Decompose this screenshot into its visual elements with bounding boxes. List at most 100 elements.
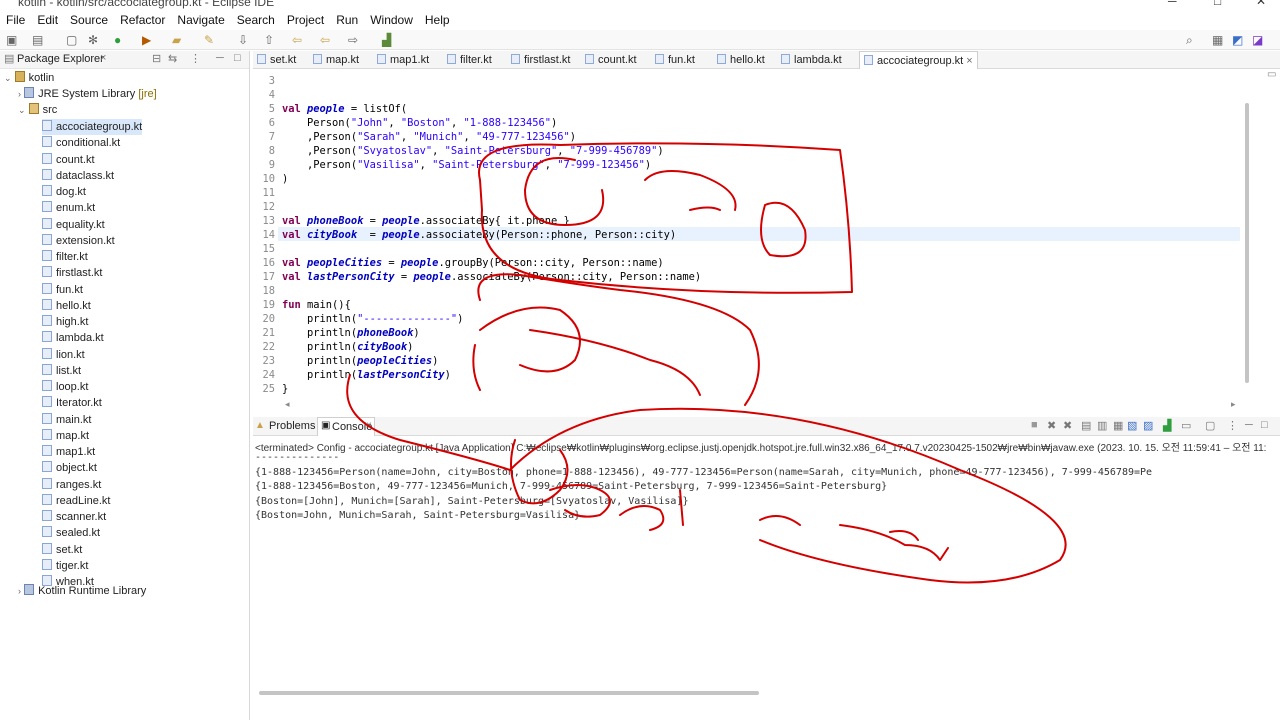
file-fun-kt[interactable]: fun.kt [42,282,83,298]
close-view-icon[interactable]: × [100,52,106,64]
copy-icon[interactable]: ▤ [1081,419,1091,432]
file-set-kt[interactable]: set.kt [42,542,82,558]
file-accociategroup-kt[interactable]: accociategroup.kt [42,119,143,135]
file-loop-kt[interactable]: loop.kt [42,379,88,395]
tab-fun-kt[interactable]: fun.kt [655,51,695,69]
menu-window[interactable]: Window [370,13,413,27]
tab-problems[interactable]: Problems [269,420,315,432]
menu-file[interactable]: File [6,13,25,27]
menu-navigate[interactable]: Navigate [177,13,224,27]
file-main-kt[interactable]: main.kt [42,412,91,428]
close-tab-icon[interactable]: × [366,420,372,431]
menu-project[interactable]: Project [287,13,324,27]
tab-hello-kt[interactable]: hello.kt [717,51,765,69]
link-editor-icon[interactable]: ⇆ [168,52,177,65]
package-explorer-title[interactable]: Package Explorer [17,53,104,65]
console-horizontal-scrollbar[interactable] [259,691,759,695]
collapse-arrow-icon[interactable]: ⌄ [18,105,26,115]
previous-annotation-icon[interactable]: ⇧ [264,33,274,47]
open-perspective-icon[interactable]: ▦ [1212,33,1223,47]
maximize-view-icon[interactable]: □ [234,52,241,64]
file-Iterator-kt[interactable]: Iterator.kt [42,395,102,411]
minimize-view-icon[interactable]: ─ [216,52,224,64]
view-menu-icon[interactable]: ⋮ [190,52,201,65]
kotlin-perspective-icon[interactable]: ◪ [1252,33,1263,47]
expand-arrow-icon[interactable]: › [18,586,21,596]
external-tools-icon[interactable]: ▶ [142,33,151,47]
tree-kotlin-runtime[interactable]: › Kotlin Runtime Library [18,583,146,599]
file-map-kt[interactable]: map.kt [42,428,89,444]
menu-refactor[interactable]: Refactor [120,13,165,27]
word-wrap-icon[interactable]: ▦ [1113,419,1123,432]
editor-vertical-scrollbar[interactable] [1245,103,1249,383]
terminal-icon[interactable]: ▢ [66,33,77,47]
file-dog-kt[interactable]: dog.kt [42,184,86,200]
collapse-all-icon[interactable]: ⊟ [152,52,161,65]
tab-accociategroup-kt[interactable]: accociategroup.kt × [859,51,978,69]
file-hello-kt[interactable]: hello.kt [42,298,91,314]
show-on-output-icon[interactable]: ▧ [1127,419,1137,432]
tree-src-folder[interactable]: ⌄ src [18,102,57,118]
debug-icon[interactable]: ✻ [88,33,98,47]
file-high-kt[interactable]: high.kt [42,314,88,330]
minimize-view-icon[interactable]: ─ [1245,419,1253,431]
remove-all-icon[interactable]: ✖ [1063,419,1072,432]
close-icon[interactable]: ✕ [1256,0,1266,8]
last-edit-icon[interactable]: ⇦ [292,33,302,47]
forward-icon[interactable]: ⇨ [348,33,358,47]
next-annotation-icon[interactable]: ⇩ [238,33,248,47]
terminate-icon[interactable]: ■ [1031,419,1038,431]
tab-console[interactable]: ▣ Console × [317,417,375,436]
tab-count-kt[interactable]: count.kt [585,51,637,69]
new-icon[interactable]: ▣ [6,33,17,47]
tab-set-kt[interactable]: set.kt [257,51,296,69]
file-enum-kt[interactable]: enum.kt [42,200,95,216]
file-object-kt[interactable]: object.kt [42,460,97,476]
console-output[interactable]: -------------- {1-888-123456=Person(name… [255,452,1152,525]
new-console-icon[interactable]: ▢ [1205,419,1215,432]
minimize-icon[interactable]: ─ [1168,0,1177,8]
scroll-left-arrow-icon[interactable]: ◂ [285,399,290,410]
menu-help[interactable]: Help [425,13,450,27]
file-readLine-kt[interactable]: readLine.kt [42,493,110,509]
file-scanner-kt[interactable]: scanner.kt [42,509,106,525]
close-tab-icon[interactable]: × [963,55,972,67]
code-area[interactable]: 3 4 5 6 7 8 9 10 11 12 13 14 15 16 17 18 19 20 21 22 23 24 25 … [253,69,1253,404]
tree-jre-library[interactable]: › JRE System Library [jre] [18,86,157,102]
tab-firstlast-kt[interactable]: firstlast.kt [511,51,570,69]
back-icon[interactable]: ⇦ [320,33,330,47]
save-icon[interactable]: ▤ [32,33,43,47]
file-sealed-kt[interactable]: sealed.kt [42,525,100,541]
file-extension-kt[interactable]: extension.kt [42,233,115,249]
menu-source[interactable]: Source [70,13,108,27]
scroll-lock-icon[interactable]: ▥ [1097,419,1107,432]
tab-map1-kt[interactable]: map1.kt [377,51,429,69]
file-list-kt[interactable]: list.kt [42,363,81,379]
pin-editor-icon[interactable]: ▟ [382,33,391,47]
open-folder-icon[interactable]: ▰ [172,33,181,47]
tab-lambda-kt[interactable]: lambda.kt [781,51,842,69]
collapse-arrow-icon[interactable]: ⌄ [4,73,12,83]
menu-search[interactable]: Search [237,13,275,27]
file-filter-kt[interactable]: filter.kt [42,249,88,265]
menu-edit[interactable]: Edit [37,13,58,27]
file-lambda-kt[interactable]: lambda.kt [42,330,104,346]
maximize-icon[interactable]: □ [1214,0,1221,8]
pin-console-icon[interactable]: ▟ [1163,419,1171,432]
run-icon[interactable]: ● [114,33,121,47]
tree-project-kotlin[interactable]: ⌄ kotlin [4,70,54,86]
java-perspective-icon[interactable]: ◩ [1232,33,1243,47]
maximize-view-icon[interactable]: □ [1261,419,1268,431]
file-equality-kt[interactable]: equality.kt [42,217,105,233]
file-dataclass-kt[interactable]: dataclass.kt [42,168,114,184]
remove-launch-icon[interactable]: ✖ [1047,419,1056,432]
file-map1-kt[interactable]: map1.kt [42,444,95,460]
file-firstlast-kt[interactable]: firstlast.kt [42,265,102,281]
expand-arrow-icon[interactable]: › [18,89,21,99]
open-task-icon[interactable]: ✎ [204,33,214,47]
tab-map-kt[interactable]: map.kt [313,51,359,69]
show-on-error-icon[interactable]: ▨ [1143,419,1153,432]
file-ranges-kt[interactable]: ranges.kt [42,477,101,493]
search-icon[interactable]: ⌕ [1186,33,1193,47]
file-lion-kt[interactable]: lion.kt [42,347,85,363]
